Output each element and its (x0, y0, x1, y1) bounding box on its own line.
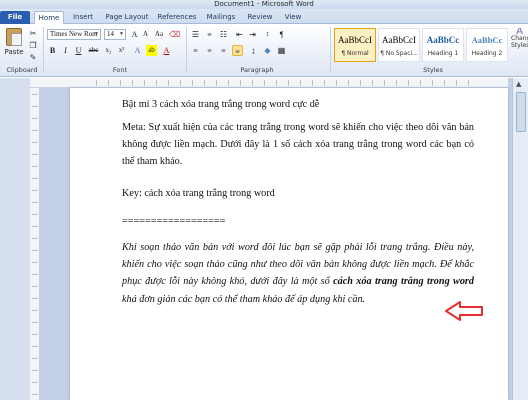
sort-icon[interactable]: ↕ (262, 29, 273, 40)
tab-references[interactable]: References (156, 11, 198, 24)
bullets-icon[interactable]: ☰ (190, 29, 201, 40)
numbering-icon[interactable]: ≡ (204, 29, 215, 40)
annotation-arrow-icon (445, 301, 483, 321)
highlight-icon[interactable]: ab (146, 45, 157, 56)
style-heading-2[interactable]: AaBbCc Heading 2 (466, 28, 508, 62)
font-color-icon[interactable]: A (161, 45, 172, 56)
tab-file[interactable]: File (0, 11, 30, 24)
style-sample: AaBbCc (426, 35, 460, 45)
font-group-label: Font (112, 66, 128, 74)
style-sample: AaBbCcI (338, 35, 372, 45)
tab-insert[interactable]: Insert (68, 11, 98, 24)
paragraph-group-label: Paragraph (240, 66, 274, 74)
decrease-indent-icon[interactable]: ⇤ (234, 29, 245, 40)
style-sample: AaBbCc (471, 35, 503, 45)
format-painter-icon[interactable]: ✎ (28, 53, 38, 62)
align-center-icon[interactable]: ≡ (204, 45, 215, 56)
underline-button[interactable]: U (73, 45, 84, 56)
ribbon-divider (330, 27, 331, 73)
doc-intro: Khi soạn thảo văn bản với word đôi lúc b… (122, 239, 474, 308)
ribbon-divider (43, 27, 44, 73)
italic-button[interactable]: I (60, 45, 71, 56)
left-gutter (0, 78, 30, 400)
tab-page-layout[interactable]: Page Layout (104, 11, 150, 24)
title-bar: Document1 - Microsoft Word (0, 0, 528, 9)
superscript-icon[interactable]: x² (116, 45, 127, 56)
show-hide-button[interactable]: ¶ (276, 29, 287, 40)
align-right-icon[interactable]: ≡ (218, 45, 229, 56)
strikethrough-icon[interactable]: abc (88, 45, 99, 56)
clipboard-group-label: Clipboard (6, 66, 38, 74)
scroll-thumb[interactable] (516, 92, 526, 132)
change-case-button[interactable]: Aa (152, 29, 166, 40)
intro-bold-text: cách xóa trang trắng trong word (333, 276, 474, 288)
text-effects-icon[interactable]: A (132, 45, 143, 56)
ribbon-tab-strip: File Home Insert Page Layout References … (0, 9, 528, 24)
doc-meta: Meta: Sự xuất hiện của các trang trắng t… (122, 122, 474, 167)
chevron-down-icon: ▼ (119, 32, 124, 37)
doc-separator: ================== (122, 216, 226, 227)
clear-formatting-icon[interactable]: ⌫ (169, 29, 180, 40)
change-styles-icon: A (516, 28, 523, 37)
change-styles-button[interactable]: A Change Styles (511, 28, 528, 66)
line-spacing-icon[interactable]: ↨ (248, 45, 259, 56)
font-size-value: 14 (107, 30, 114, 38)
subscript-icon[interactable]: x₂ (103, 45, 114, 56)
styles-group-label: Styles (423, 66, 443, 74)
multilevel-list-icon[interactable]: ☷ (218, 29, 229, 40)
justify-icon[interactable]: ≡ (232, 45, 243, 56)
cut-icon[interactable]: ✂ (28, 29, 38, 38)
align-left-icon[interactable]: ≡ (190, 45, 201, 56)
clipboard-icon (6, 28, 22, 46)
intro-text-end: khá đơn giản các bạn có thể tham khảo để… (122, 293, 366, 305)
bold-button[interactable]: B (47, 45, 58, 56)
paste-label: Paste (4, 48, 24, 56)
ruler-ticks (96, 80, 478, 86)
shading-icon[interactable]: ◆ (262, 45, 273, 56)
tab-review[interactable]: Review (246, 11, 274, 24)
vertical-ruler[interactable] (30, 88, 40, 400)
horizontal-ruler[interactable] (30, 78, 508, 88)
increase-indent-icon[interactable]: ⇥ (247, 29, 258, 40)
tab-home[interactable]: Home (34, 11, 64, 24)
font-name-combo[interactable]: Times New Rom ▼ (47, 29, 101, 40)
change-styles-label: Change Styles (511, 35, 528, 49)
style-heading-1[interactable]: AaBbCc Heading 1 (422, 28, 464, 62)
borders-icon[interactable]: ▦ (276, 45, 287, 56)
style-name: Heading 2 (471, 50, 503, 57)
style-normal[interactable]: AaBbCcI ¶ Normal (334, 28, 376, 62)
ribbon-divider (186, 27, 187, 73)
doc-key: Key: cách xóa trang trắng trong word (122, 188, 275, 199)
copy-icon[interactable]: ❐ (28, 41, 38, 50)
scroll-up-icon[interactable]: ▲ (516, 80, 521, 88)
chevron-down-icon: ▼ (94, 32, 99, 37)
grow-font-button[interactable]: A (129, 29, 140, 40)
shrink-font-button[interactable]: A (140, 29, 151, 40)
window-title: Document1 - Microsoft Word (214, 0, 314, 8)
vertical-scrollbar[interactable]: ▲ (512, 78, 528, 400)
font-name-value: Times New Rom (50, 30, 98, 38)
tab-view[interactable]: View (282, 11, 304, 24)
style-no-spacing[interactable]: AaBbCcI ¶ No Spaci... (378, 28, 420, 62)
style-sample: AaBbCcI (382, 35, 416, 45)
font-size-combo[interactable]: 14 ▼ (104, 29, 126, 40)
tab-mailings[interactable]: Mailings (204, 11, 238, 24)
doc-title: Bật mí 3 cách xóa trang trắng trong word… (122, 99, 320, 110)
style-name: ¶ Normal (341, 50, 369, 57)
style-name: Heading 1 (427, 50, 459, 57)
paste-button[interactable]: Paste (3, 28, 25, 62)
ribbon: Paste ✂ ❐ ✎ Clipboard Times New Rom ▼ 14 ▼… (0, 24, 528, 77)
ruler-ticks (32, 94, 38, 400)
style-name: ¶ No Spaci... (380, 50, 418, 57)
